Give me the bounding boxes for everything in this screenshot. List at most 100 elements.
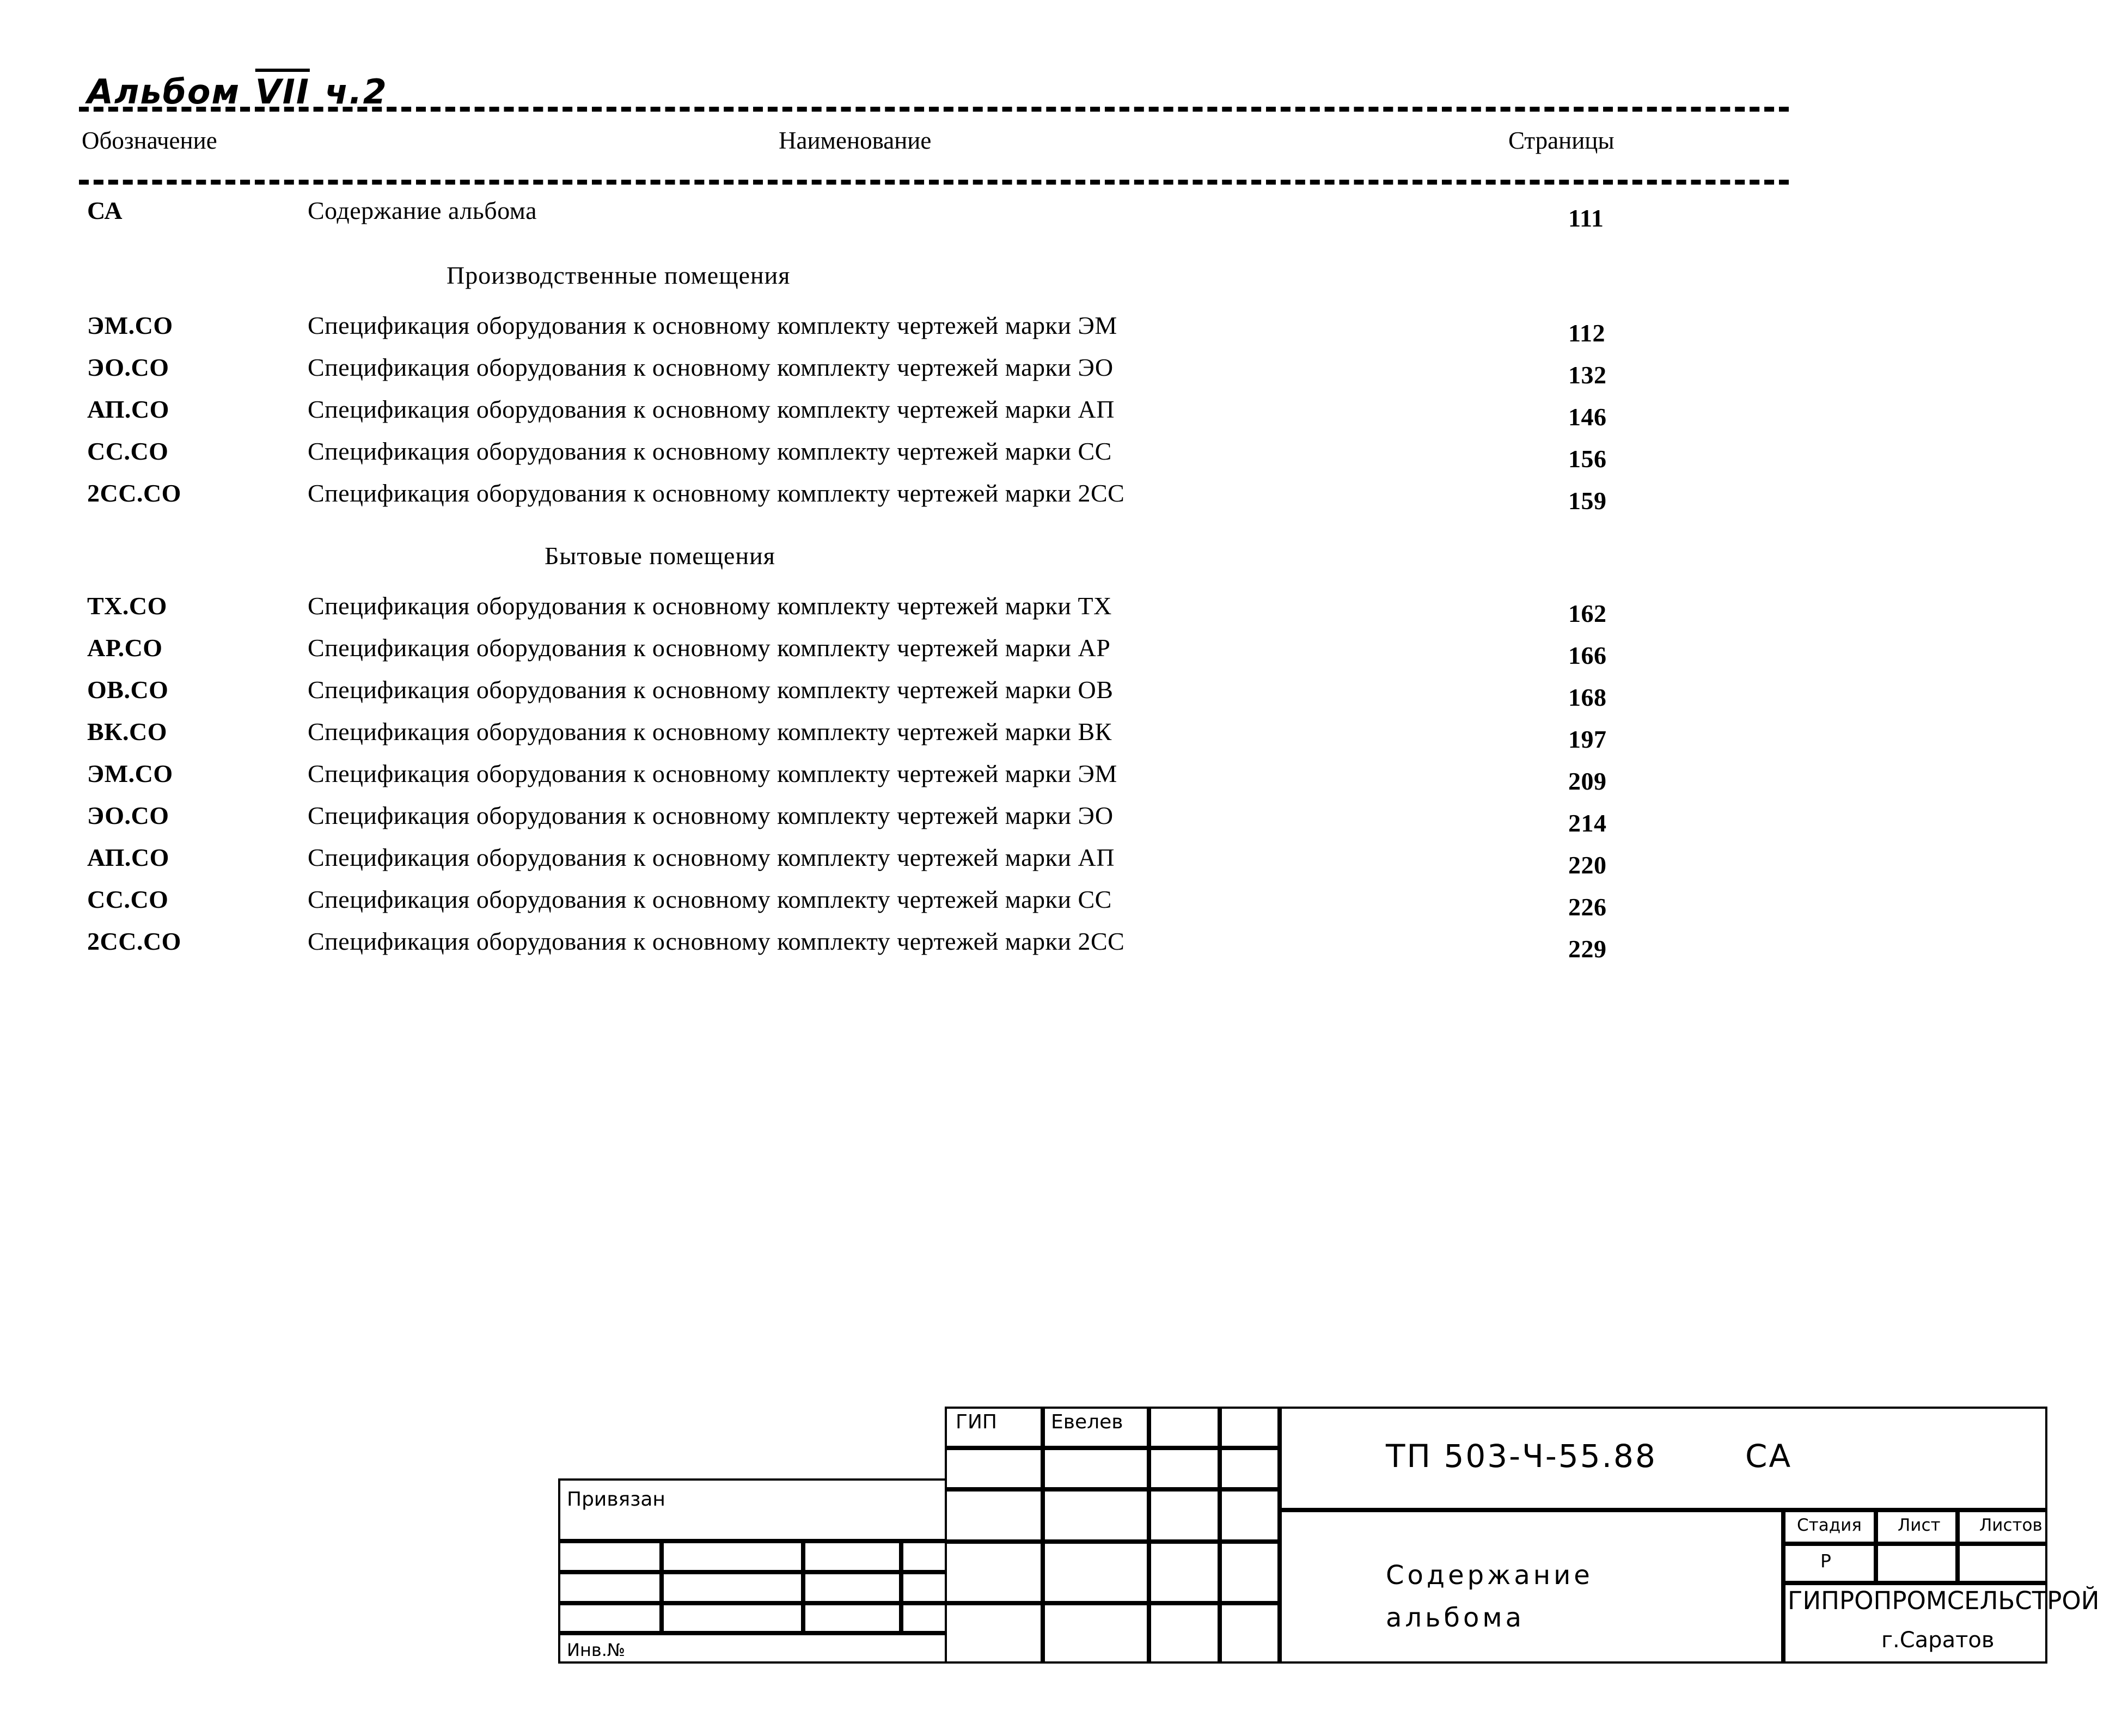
row-designation: ОВ.СО <box>87 676 169 704</box>
table-row: СС.СО Спецификация оборудования к основн… <box>0 885 2122 927</box>
table-row: ВК.СО Спецификация оборудования к основн… <box>0 717 2122 759</box>
sheet-value-cell <box>1876 1544 1958 1583</box>
table-row: ОВ.СО Спецификация оборудования к основн… <box>0 675 2122 717</box>
gip-role-label: ГИП <box>956 1411 997 1433</box>
row-designation: СА <box>87 197 123 224</box>
row-page: 166 <box>1568 641 1607 669</box>
album-header-prefix: Альбом <box>87 72 241 112</box>
organization-city: г.Саратов <box>1881 1628 1995 1653</box>
table-row: 2СС.СО Спецификация оборудования к основ… <box>0 927 2122 969</box>
sheets-value-cell <box>1958 1544 2047 1583</box>
signature-cell-name <box>1043 1448 1149 1489</box>
section-heading-domestic: Бытовые помещения <box>0 537 2122 591</box>
row-title: Спецификация оборудования к основному ко… <box>308 353 1114 381</box>
row-title: Спецификация оборудования к основному ко… <box>308 802 1114 829</box>
revision-grid-cell <box>803 1572 901 1603</box>
document-name-line-1: Содержание <box>1386 1560 1593 1591</box>
row-page: 209 <box>1568 767 1607 795</box>
signature-cell-role <box>945 1448 1043 1489</box>
signature-cell-date <box>1220 1407 1280 1448</box>
section-heading-production: Производственные помещения <box>0 256 2122 311</box>
row-page: 156 <box>1568 445 1607 473</box>
table-row: ЭО.СО Спецификация оборудования к основн… <box>0 353 2122 395</box>
row-designation: 2СС.СО <box>87 927 181 955</box>
section-heading-label: Производственные помещения <box>447 261 791 289</box>
revision-grid-cell <box>558 1603 662 1633</box>
drawing-code: ТП 503-Ч-55.88 <box>1386 1438 1657 1475</box>
row-title: Спецификация оборудования к основному ко… <box>308 395 1115 423</box>
table-row: ЭМ.СО Спецификация оборудования к основн… <box>0 759 2122 801</box>
revision-grid-cell <box>558 1541 662 1572</box>
organization-name: ГИПРОПРОМСЕЛЬСТРОЙ <box>1788 1586 2100 1615</box>
table-row: ТХ.СО Спецификация оборудования к основн… <box>0 591 2122 633</box>
album-header-roman: VII <box>255 72 310 112</box>
signature-cell-date <box>1220 1542 1280 1603</box>
row-designation: 2СС.СО <box>87 479 181 507</box>
row-title: Спецификация оборудования к основному ко… <box>308 311 1117 339</box>
signature-cell-date <box>1220 1448 1280 1489</box>
revision-grid-cell <box>803 1603 901 1633</box>
row-page: 162 <box>1568 600 1607 627</box>
drawing-mark-code: СА <box>1745 1438 1793 1475</box>
sheets-header-label: Листов <box>1979 1515 2042 1535</box>
table-row: СА Содержание альбома 111 <box>0 196 2122 238</box>
privyazan-label: Привязан <box>567 1488 665 1511</box>
row-page: 159 <box>1568 487 1607 515</box>
stage-value: Р <box>1820 1550 1831 1572</box>
row-page: 220 <box>1568 851 1607 879</box>
row-spacer <box>0 521 2122 537</box>
row-designation: СС.СО <box>87 885 169 913</box>
row-page: 229 <box>1568 935 1607 963</box>
table-row: АП.СО Спецификация оборудования к основн… <box>0 843 2122 885</box>
album-header: Альбом VII ч.2 <box>87 72 388 112</box>
signature-cell-role <box>945 1489 1043 1542</box>
title-block: Привязан Инв.№ ГИП Евелев ТП 503-Ч-55.88… <box>558 1397 2099 1664</box>
row-designation: СС.СО <box>87 437 169 465</box>
gip-name-value: Евелев <box>1051 1411 1123 1433</box>
table-row: СС.СО Спецификация оборудования к основн… <box>0 437 2122 479</box>
inventory-number-label: Инв.№ <box>567 1640 626 1660</box>
row-page: 146 <box>1568 403 1607 431</box>
signature-cell-role <box>945 1603 1043 1664</box>
table-row: АП.СО Спецификация оборудования к основн… <box>0 395 2122 437</box>
signature-cell-name <box>1043 1542 1149 1603</box>
row-page: 112 <box>1568 319 1605 347</box>
signature-cell-role <box>945 1542 1043 1603</box>
row-title: Содержание альбома <box>308 197 537 224</box>
row-designation: АП.СО <box>87 843 169 871</box>
signature-cell-sign <box>1149 1542 1220 1603</box>
row-page: 197 <box>1568 725 1607 753</box>
header-rule-bottom <box>79 180 1789 185</box>
header-rule-top <box>79 107 1789 112</box>
row-designation: ЭМ.СО <box>87 760 173 787</box>
signature-cell-name <box>1043 1489 1149 1542</box>
row-title: Спецификация оборудования к основному ко… <box>308 676 1114 704</box>
row-title: Спецификация оборудования к основному ко… <box>308 927 1125 955</box>
row-page: 111 <box>1568 204 1604 232</box>
signature-cell-sign <box>1149 1407 1220 1448</box>
section-heading-label: Бытовые помещения <box>545 542 775 570</box>
table-of-contents: СА Содержание альбома 111 Производственн… <box>0 196 2122 969</box>
revision-grid-cell <box>662 1572 803 1603</box>
revision-grid-cell <box>558 1572 662 1603</box>
signature-cell-sign <box>1149 1448 1220 1489</box>
row-title: Спецификация оборудования к основному ко… <box>308 760 1117 787</box>
album-header-part: ч.2 <box>325 72 388 112</box>
table-row: ЭМ.СО Спецификация оборудования к основн… <box>0 311 2122 353</box>
row-designation: АР.СО <box>87 634 163 662</box>
document-name-line-2: альбома <box>1386 1603 1525 1633</box>
column-header-designation: Обозначение <box>82 127 217 154</box>
column-header-pages: Страницы <box>1508 127 1615 154</box>
row-title: Спецификация оборудования к основному ко… <box>308 885 1112 913</box>
revision-grid-cell <box>662 1603 803 1633</box>
row-title: Спецификация оборудования к основному ко… <box>308 634 1111 662</box>
row-page: 132 <box>1568 361 1607 389</box>
row-designation: ТХ.СО <box>87 592 167 620</box>
table-row: 2СС.СО Спецификация оборудования к основ… <box>0 479 2122 521</box>
sheet-header-label: Лист <box>1898 1515 1941 1535</box>
row-spacer <box>0 238 2122 256</box>
row-title: Спецификация оборудования к основному ко… <box>308 437 1112 465</box>
row-title: Спецификация оборудования к основному ко… <box>308 718 1112 745</box>
row-title: Спецификация оборудования к основному ко… <box>308 479 1125 507</box>
column-header-name: Наименование <box>779 127 932 154</box>
